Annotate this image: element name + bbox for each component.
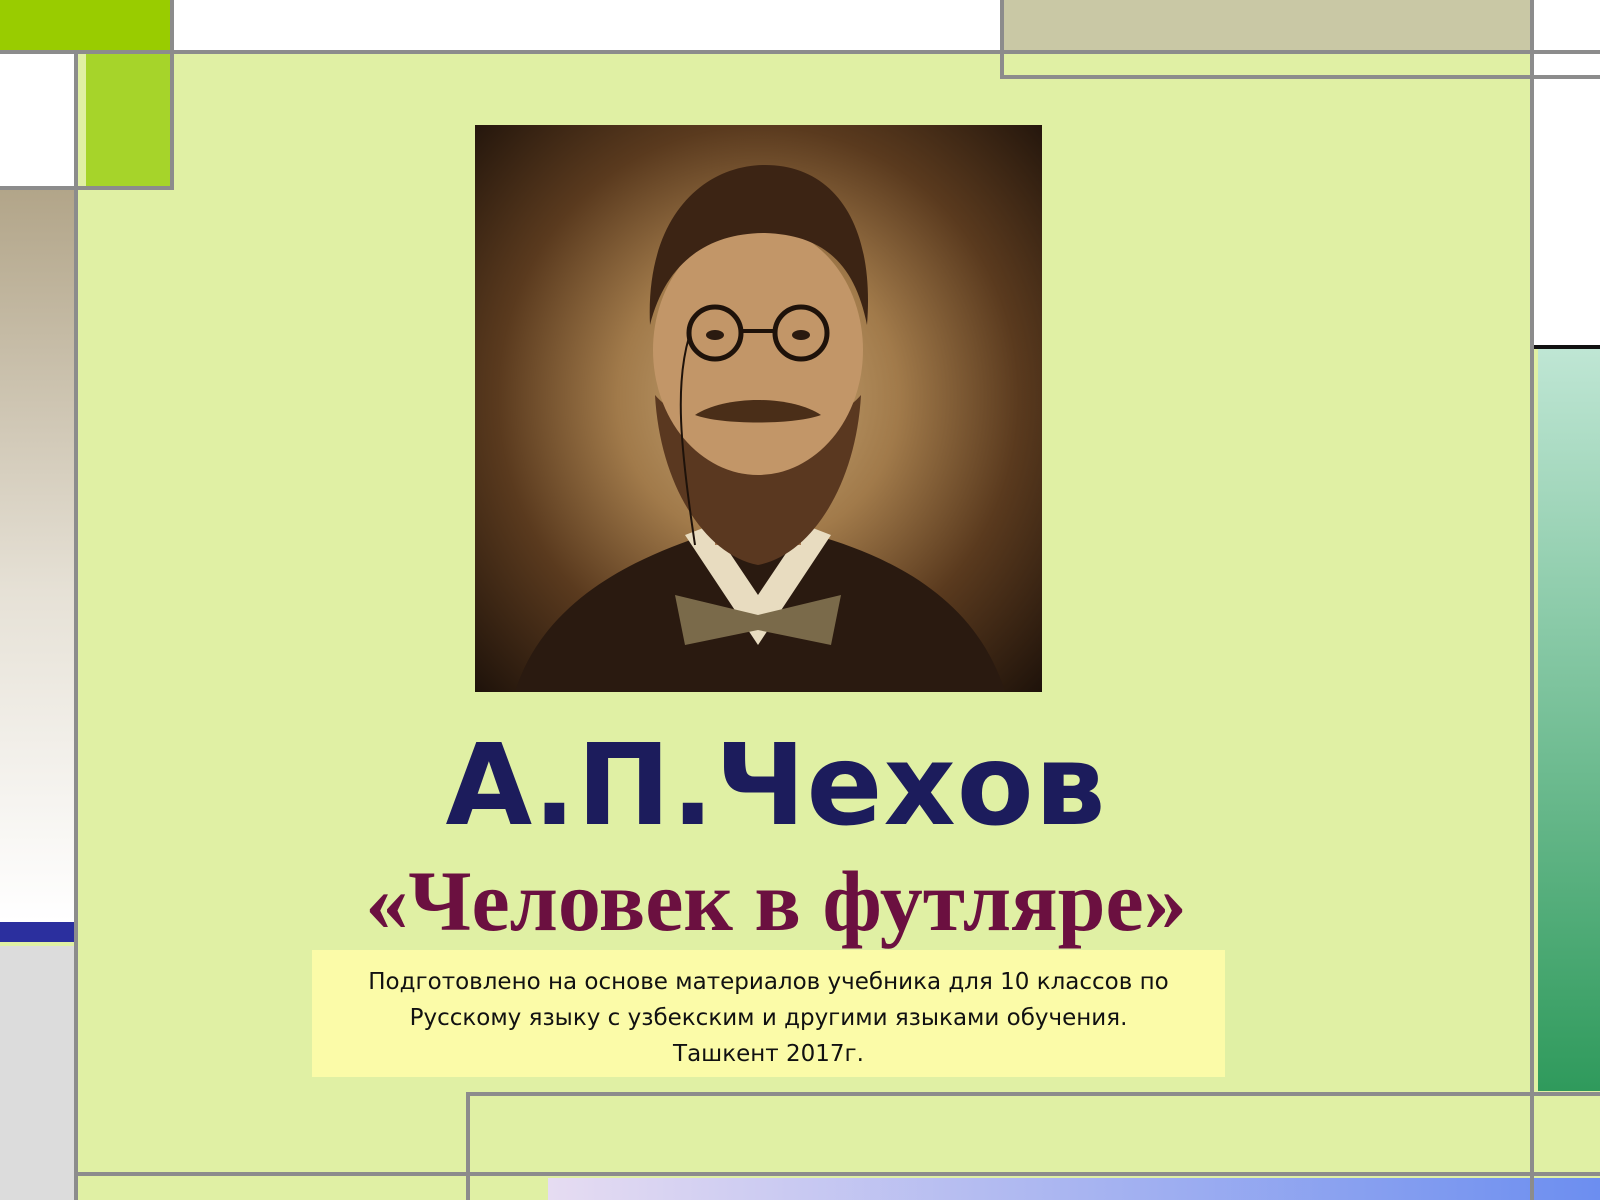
frame-line — [170, 0, 174, 190]
frame-line — [1000, 0, 1004, 79]
top-white-strip — [172, 0, 1000, 50]
right-dark-line — [1534, 345, 1600, 349]
portrait-illustration — [515, 165, 1005, 692]
source-note-line: Подготовлено на основе материалов учебни… — [368, 969, 1169, 995]
green-square-block — [86, 54, 172, 186]
frame-line — [0, 50, 1600, 54]
source-note: Подготовлено на основе материалов учебни… — [312, 950, 1225, 1077]
frame-line — [1000, 75, 1600, 79]
frame-line — [466, 1092, 1600, 1096]
slide-title: А.П.Чехов — [445, 721, 1107, 851]
source-note-line: Ташкент 2017г. — [673, 1041, 864, 1067]
author-portrait — [475, 125, 1042, 692]
left-gray-block — [0, 946, 74, 1200]
bottom-gradient-strip — [548, 1178, 1600, 1200]
frame-line — [74, 1172, 1600, 1176]
top-right-tan-block — [1000, 0, 1530, 50]
top-left-green-block — [0, 0, 172, 50]
frame-line — [0, 186, 172, 190]
frame-line — [74, 50, 78, 1200]
source-note-line: Русскому языку с узбекским и другими язы… — [409, 1005, 1128, 1031]
left-white-block — [0, 50, 74, 186]
frame-line — [466, 1092, 470, 1200]
right-green-gradient-bar — [1538, 349, 1600, 1091]
slide-subtitle: «Человек в футляре» — [365, 853, 1187, 949]
frame-line — [1530, 0, 1534, 1200]
